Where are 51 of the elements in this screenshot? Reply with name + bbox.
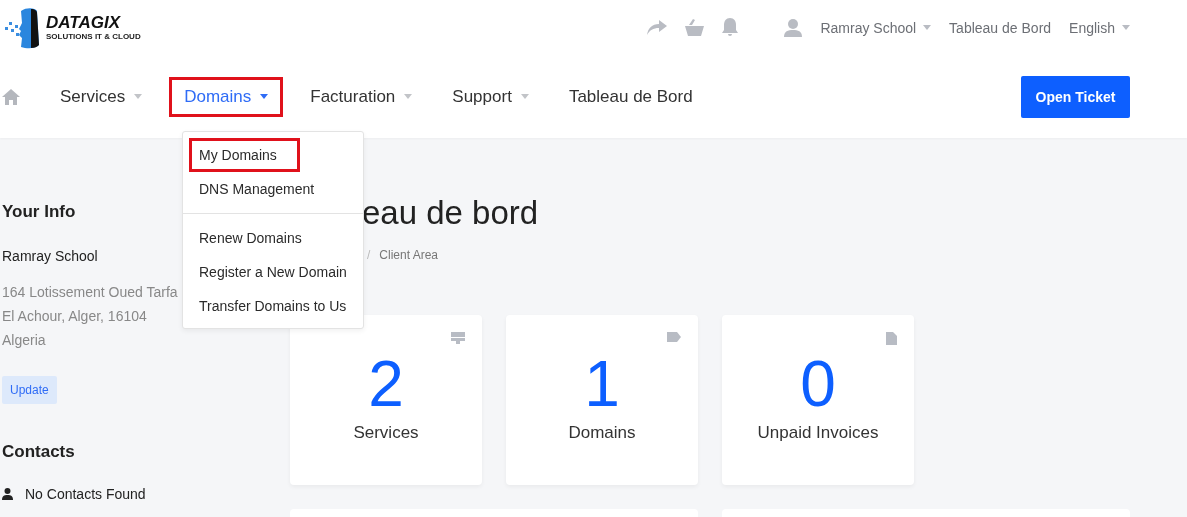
nav-item[interactable]: Support — [452, 76, 529, 117]
logo-tagline: SOLUTIONS IT & CLOUD — [46, 32, 141, 41]
section-title: Contacts — [2, 442, 76, 462]
logo[interactable]: DATAGIX SOLUTIONS IT & CLOUD — [5, 6, 141, 49]
nav-item[interactable]: Tableau de Bord — [568, 76, 693, 117]
tag-icon — [667, 332, 681, 342]
caret-icon — [1122, 25, 1130, 30]
stat-label: Services — [353, 423, 419, 443]
home-icon[interactable] — [2, 88, 20, 105]
server-icon — [451, 332, 465, 344]
menu-item[interactable]: My Domains — [189, 138, 300, 172]
share-icon[interactable] — [647, 20, 668, 35]
page-title: eau de bord — [362, 194, 540, 232]
caret-icon — [134, 94, 143, 99]
nav-item[interactable]: Domains — [169, 76, 284, 117]
basket-icon[interactable] — [685, 19, 705, 36]
user-icon — [2, 488, 13, 500]
document-icon — [886, 332, 897, 345]
stat-card[interactable]: 1 Domains — [506, 315, 698, 485]
section-title: Your Info — [2, 202, 77, 222]
empty-contacts-text: No Contacts Found — [25, 486, 146, 502]
stat-value: 0 — [800, 349, 836, 419]
stat-label: Unpaid Invoices — [757, 423, 879, 443]
stat-card[interactable]: 0 Unpaid Invoices — [722, 315, 914, 485]
dashboard-link[interactable]: Tableau de Bord — [949, 19, 1052, 36]
stat-label: Domains — [568, 423, 636, 443]
menu-item[interactable]: DNS Management — [183, 172, 331, 206]
client-name: Ramray School — [2, 248, 99, 264]
bell-icon[interactable] — [722, 18, 739, 37]
address-line: Algeria — [2, 331, 46, 350]
user-icon — [784, 18, 803, 37]
menu-item[interactable]: Register a New Domain — [183, 255, 363, 289]
update-button[interactable]: Update — [2, 376, 57, 404]
breadcrumb-separator: / — [367, 248, 371, 262]
nav-item[interactable]: Facturation — [310, 76, 413, 117]
caret-icon — [404, 94, 413, 99]
address-line: El Achour, Alger, 16104 — [2, 307, 147, 326]
stat-value: 1 — [584, 349, 620, 419]
logo-name: DATAGIX — [46, 14, 122, 32]
stat-card[interactable]: 2 Services — [290, 315, 482, 485]
menu-item[interactable]: Renew Domains — [183, 221, 318, 255]
caret-icon — [260, 94, 269, 99]
address-line: 164 Lotissement Oued Tarfa — [2, 283, 178, 302]
language-menu[interactable]: English — [1069, 19, 1130, 36]
caret-icon — [923, 25, 932, 30]
open-ticket-button[interactable]: Open Ticket — [1021, 75, 1130, 118]
caret-icon — [520, 94, 529, 99]
stat-value: 2 — [368, 349, 404, 419]
breadcrumb-item: Client Area — [379, 248, 439, 262]
account-menu[interactable]: Ramray School — [820, 19, 932, 36]
nav-item[interactable]: Services — [60, 76, 143, 117]
